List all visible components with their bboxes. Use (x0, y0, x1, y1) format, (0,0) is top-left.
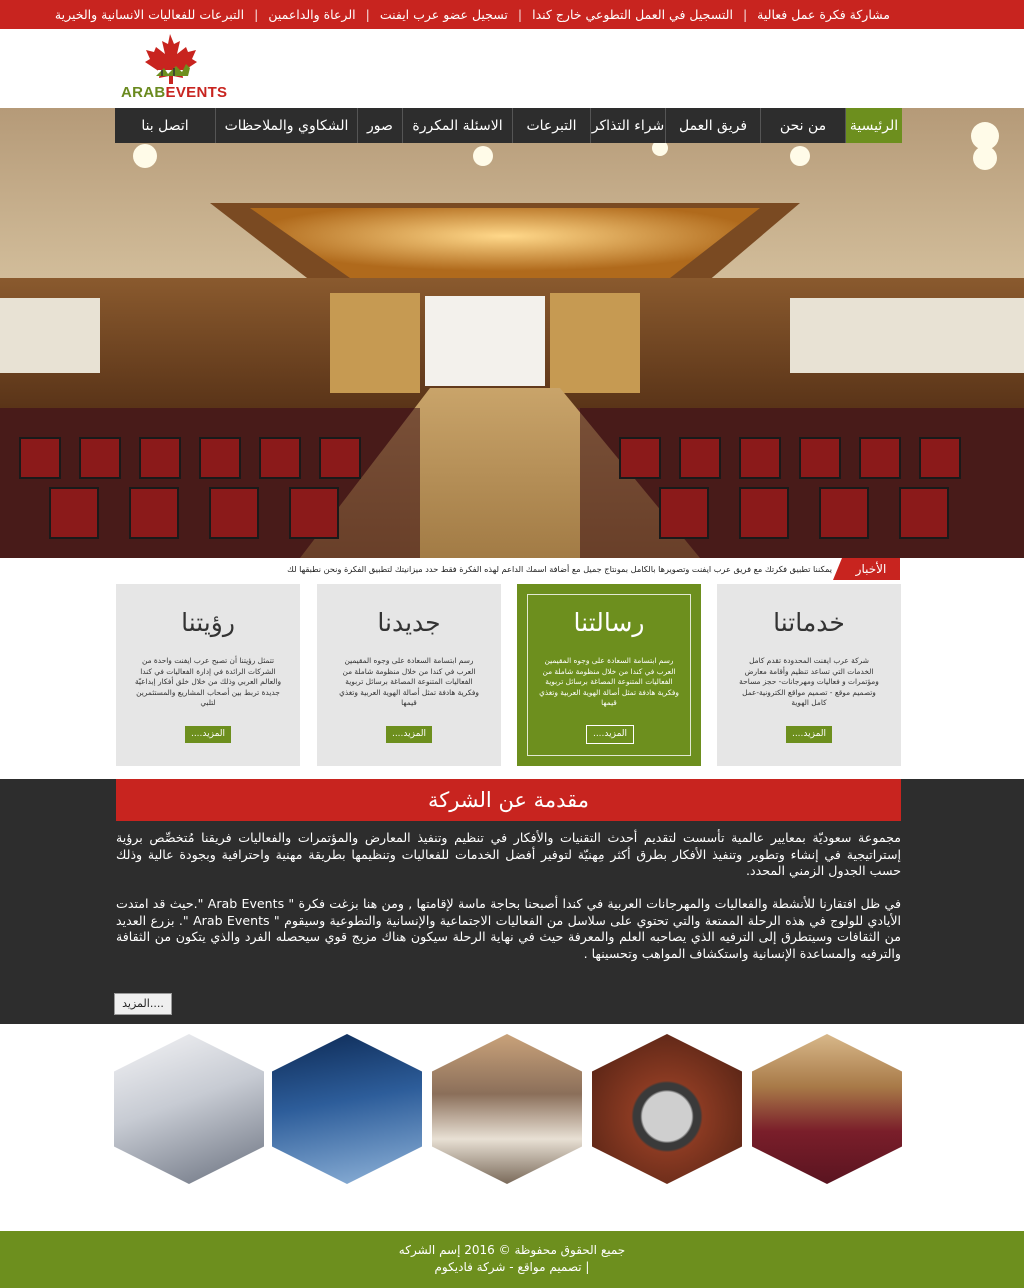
hero-conference-hall-image (0, 108, 1024, 558)
feature-box-vision: رؤيتنا تتمثل رؤيتنا أن تصبح عرب ايفنت وا… (116, 584, 300, 766)
logo-wordmark: ARABEVENTS (121, 84, 227, 101)
about-title: مقدمة عن الشركة (116, 779, 901, 821)
photo-gallery (0, 1024, 1024, 1231)
more-button[interactable]: المزيد.... (386, 726, 432, 743)
logo-events-text: EVENTS (165, 84, 228, 101)
feature-title: رؤيتنا (181, 608, 235, 637)
news-text[interactable]: يمكننا تطبيق فكرتك مع فريق عرب ايفنت وتص… (270, 558, 832, 580)
feature-text: شركة عرب ايفنت المحدودة تقدم كامل الخدما… (739, 656, 879, 707)
top-link-register-member[interactable]: تسجيل عضو عرب ايفنت (370, 7, 518, 22)
nav-contact[interactable]: اتصل بنا (115, 108, 215, 143)
about-section: مقدمة عن الشركة مجموعة سعوديّة بمعايير ع… (0, 779, 1024, 1024)
top-link-donations[interactable]: التبرعات للفعاليات الانسانية والخيرية (45, 7, 254, 22)
about-paragraph-2: في ظل افتقارنا للأنشطة والفعاليات والمهر… (116, 896, 901, 961)
more-button[interactable]: المزيد.... (185, 726, 231, 743)
nav-faq[interactable]: الاسئلة المكررة (402, 108, 512, 143)
top-link-separator: | (517, 7, 523, 22)
feature-title: خدماتنا (773, 608, 845, 637)
feature-text: رسم ابتسامة السعادة على وجوه المقيمين ال… (539, 656, 679, 707)
main-nav: الرئيسية من نحن فريق العمل شراء التذاكر … (115, 108, 902, 143)
feature-box-services: خدماتنا شركة عرب ايفنت المحدودة تقدم كام… (717, 584, 901, 766)
logo-arab-text: ARAB (121, 84, 166, 101)
gallery-image-speaker[interactable] (272, 1034, 422, 1184)
nav-donations[interactable]: التبرعات (512, 108, 590, 143)
news-label: الأخبار (833, 558, 900, 580)
nav-team[interactable]: فريق العمل (665, 108, 760, 143)
gallery-image-hall[interactable] (752, 1034, 902, 1184)
footer-credit[interactable]: | تصميم مواقع - شركة فاديكوم (0, 1260, 1024, 1274)
maple-leaf-icon (145, 34, 197, 84)
feature-title: جديدنا (377, 608, 441, 637)
nav-about[interactable]: من نحن (760, 108, 845, 143)
nav-buy-tickets[interactable]: شراء التذاكر (590, 108, 665, 143)
gallery-image-microphone[interactable] (592, 1034, 742, 1184)
more-button[interactable]: المزيد.... (586, 725, 634, 744)
nav-photos[interactable]: صور (357, 108, 402, 143)
top-link-separator: | (254, 7, 259, 22)
nav-home[interactable]: الرئيسية (845, 108, 902, 143)
top-link-volunteer[interactable]: التسجيل في العمل التطوعي خارج كندا (522, 7, 743, 22)
site-logo[interactable]: ARABEVENTS (118, 32, 236, 104)
nav-complaints[interactable]: الشكاوي والملاحظات (215, 108, 357, 143)
feature-text: رسم ابتسامة السعادة على وجوه المقيمين ال… (339, 656, 479, 707)
top-link-separator: | (365, 7, 370, 22)
top-link-bar: مشاركة فكرة عمل فعالية | التسجيل في العم… (0, 0, 1024, 29)
site-footer: جميع الحقوق محفوظة © 2016 إسم الشركه | ت… (0, 1231, 1024, 1288)
more-button[interactable]: المزيد.... (786, 726, 832, 743)
about-paragraph-1: مجموعة سعوديّة بمعايير عالمية تأسست لتقد… (116, 830, 901, 879)
about-more-button[interactable]: المزيد.... (114, 993, 172, 1015)
feature-title: رسالتنا (573, 608, 645, 637)
top-link-share-idea[interactable]: مشاركة فكرة عمل فعالية (747, 7, 900, 22)
feature-box-mission: رسالتنا رسم ابتسامة السعادة على وجوه الم… (517, 584, 701, 766)
top-link-sponsors[interactable]: الرعاة والداعمين (258, 7, 365, 22)
gallery-image-conference[interactable] (432, 1034, 582, 1184)
feature-box-news: جديدنا رسم ابتسامة السعادة على وجوه المق… (317, 584, 501, 766)
gallery-image-keyboard[interactable] (114, 1034, 264, 1184)
footer-copyright: جميع الحقوق محفوظة © 2016 إسم الشركه (398, 1243, 626, 1257)
top-link-separator: | (742, 7, 748, 22)
news-ticker: الأخبار يمكننا تطبيق فكرتك مع فريق عرب ا… (0, 558, 1024, 580)
feature-text: تتمثل رؤيتنا أن تصبح عرب ايفنت واحدة من … (134, 656, 282, 707)
